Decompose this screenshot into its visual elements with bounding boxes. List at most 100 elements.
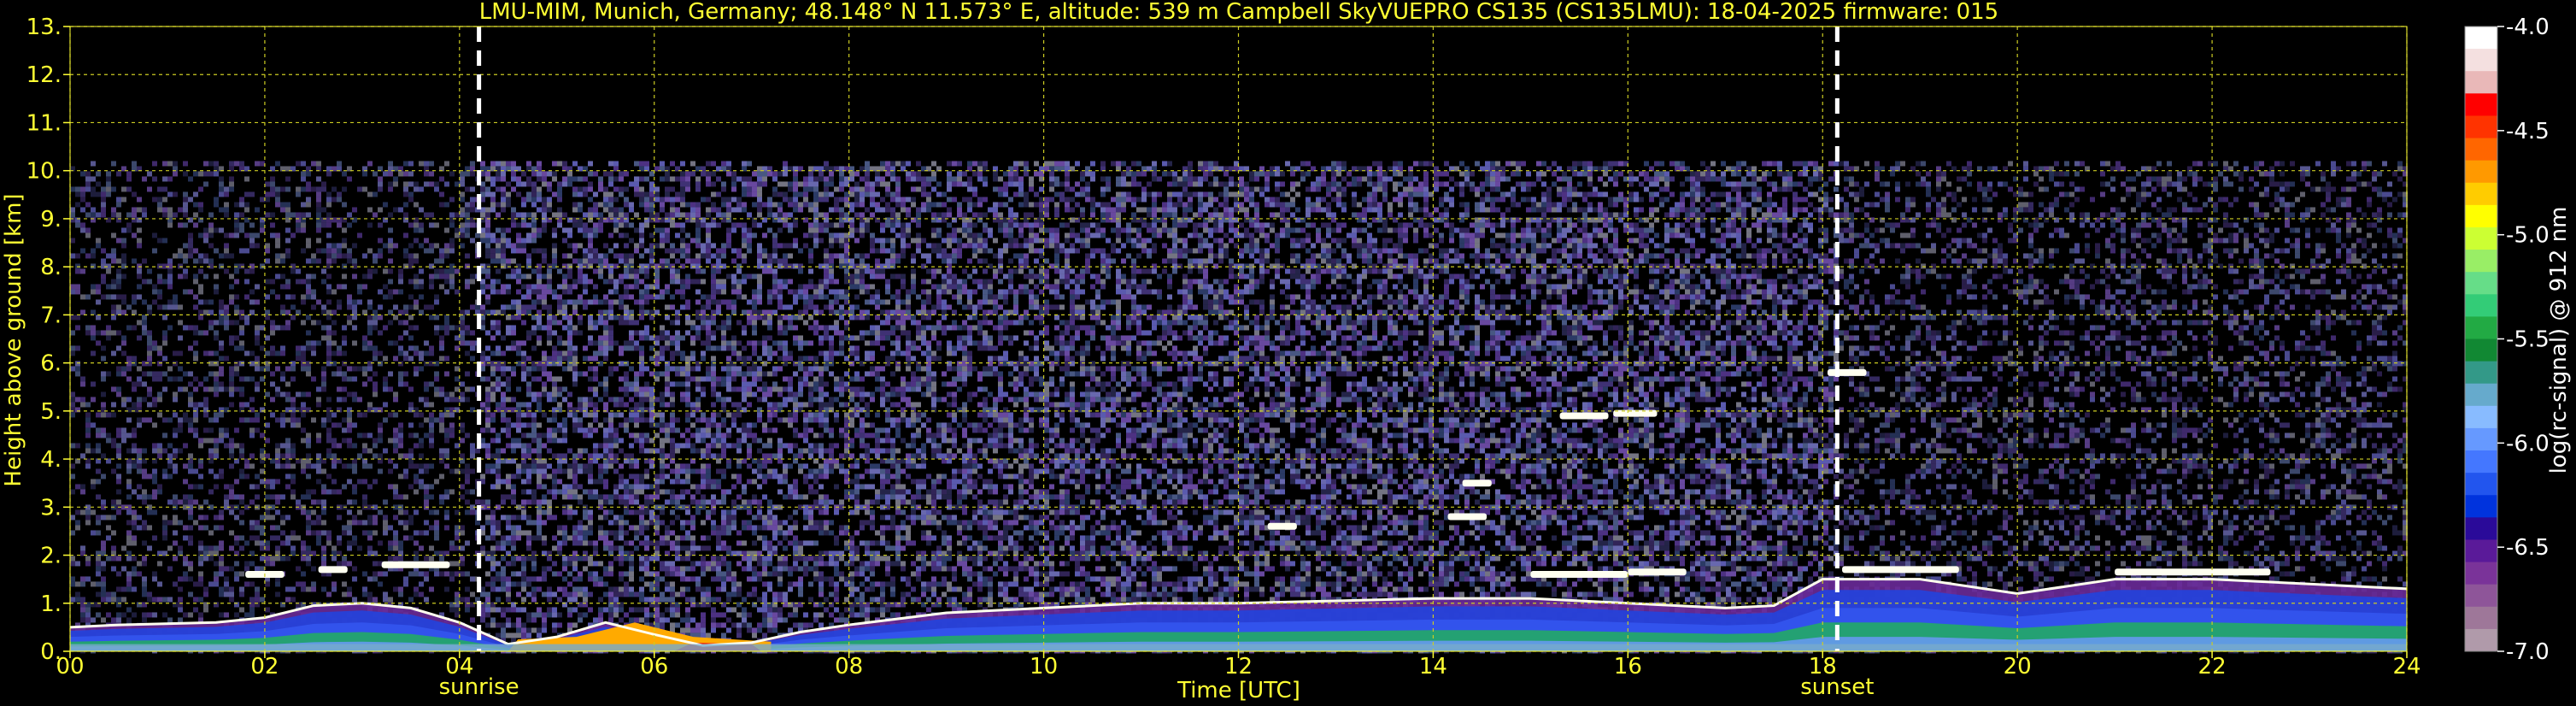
noise-cell [542, 591, 547, 597]
noise-cell [603, 386, 608, 392]
noise-cell [332, 545, 337, 551]
noise-cell [173, 463, 178, 469]
noise-cell [649, 371, 654, 377]
noise-cell [680, 617, 685, 623]
noise-cell [219, 556, 224, 562]
noise-cell [85, 509, 91, 515]
noise-cell [234, 304, 239, 310]
noise-cell [70, 397, 75, 403]
noise-cell [326, 489, 332, 495]
noise-cell [603, 443, 608, 449]
noise-cell [644, 222, 649, 228]
noise-cell [485, 597, 490, 603]
noise-cell [619, 571, 624, 577]
noise-cell [424, 304, 429, 310]
noise-cell [634, 525, 639, 531]
noise-cell [101, 432, 106, 438]
noise-cell [449, 576, 455, 582]
noise-cell [70, 253, 75, 259]
noise-cell [567, 591, 572, 597]
noise-cell [434, 330, 439, 336]
noise-cell [116, 489, 121, 495]
noise-cell [547, 371, 552, 377]
noise-cell [96, 591, 101, 597]
noise-cell [239, 376, 244, 382]
noise-cell [552, 320, 557, 326]
noise-cell [490, 530, 496, 536]
noise-cell [603, 407, 608, 413]
noise-cell [598, 535, 603, 541]
noise-cell [480, 186, 485, 192]
noise-cell [542, 627, 547, 633]
noise-cell [111, 258, 116, 264]
noise-cell [506, 576, 511, 582]
noise-cell [552, 243, 557, 249]
noise-cell [326, 361, 332, 367]
noise-cell [408, 571, 414, 577]
noise-cell [608, 232, 613, 238]
noise-cell [439, 325, 444, 331]
noise-cell [490, 289, 496, 295]
noise-cell [485, 468, 490, 474]
noise-cell [244, 474, 249, 479]
noise-cell [265, 335, 270, 341]
noise-cell [80, 186, 85, 192]
noise-cell [306, 474, 311, 479]
noise-cell [347, 366, 352, 372]
noise-cell [644, 191, 649, 197]
noise-cell [70, 186, 75, 192]
noise-cell [280, 443, 285, 449]
noise-cell [116, 443, 121, 449]
noise-cell [352, 340, 357, 346]
noise-cell [613, 484, 619, 490]
noise-cell [347, 320, 352, 326]
noise-cell [578, 402, 583, 408]
noise-cell [373, 325, 378, 331]
noise-cell [660, 622, 665, 628]
noise-cell [490, 258, 496, 264]
noise-cell [429, 427, 434, 433]
noise-cell [142, 525, 147, 531]
noise-cell [152, 402, 157, 408]
noise-cell [91, 350, 96, 356]
noise-cell [547, 171, 552, 177]
noise-cell [598, 530, 603, 536]
noise-cell [547, 197, 552, 203]
noise-cell [111, 597, 116, 603]
noise-cell [311, 258, 316, 264]
noise-cell [547, 263, 552, 269]
noise-cell [203, 438, 208, 444]
noise-cell [644, 571, 649, 577]
noise-cell [613, 212, 619, 218]
noise-cell [208, 453, 214, 459]
noise-cell [531, 171, 537, 177]
noise-cell [306, 489, 311, 495]
noise-cell [249, 499, 255, 505]
noise-cell [619, 463, 624, 469]
noise-cell [290, 263, 296, 269]
noise-cell [285, 540, 290, 546]
noise-cell [506, 381, 511, 387]
noise-cell [347, 299, 352, 305]
noise-cell [208, 227, 214, 233]
noise-cell [665, 525, 670, 531]
noise-cell [629, 181, 634, 187]
noise-cell [619, 258, 624, 264]
noise-cell [624, 243, 629, 249]
noise-cell [265, 438, 270, 444]
noise-cell [608, 397, 613, 403]
noise-cell [321, 509, 326, 515]
noise-cell [429, 402, 434, 408]
noise-cell [485, 361, 490, 367]
noise-cell [526, 468, 531, 474]
noise-cell [439, 284, 444, 290]
noise-cell [178, 335, 183, 341]
noise-cell [506, 484, 511, 490]
noise-cell [603, 494, 608, 500]
noise-cell [537, 335, 542, 341]
noise-cell [598, 397, 603, 403]
noise-cell [624, 197, 629, 203]
noise-cell [285, 309, 290, 315]
noise-cell [460, 315, 465, 321]
noise-cell [229, 284, 234, 290]
